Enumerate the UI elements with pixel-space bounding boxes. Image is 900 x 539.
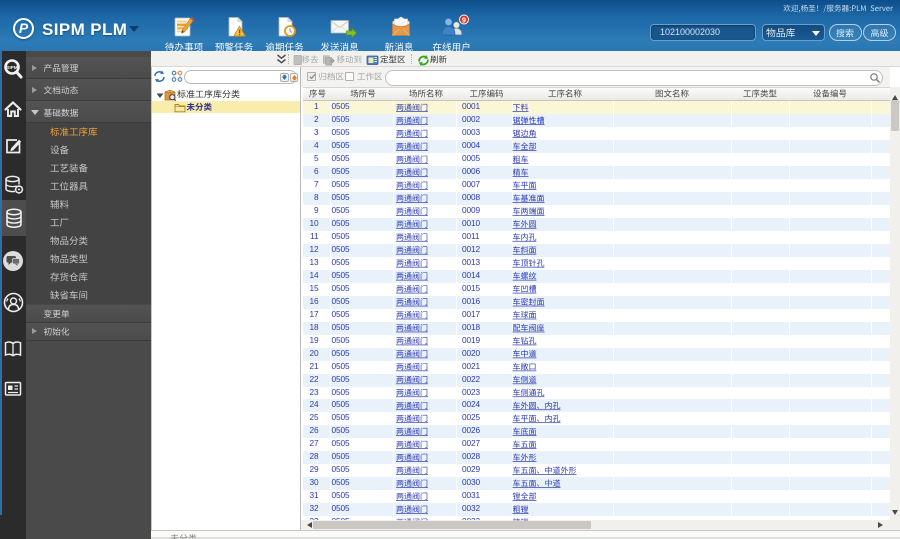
- svg-text:SIPM: SIPM: [6, 65, 17, 70]
- svg-text:9: 9: [462, 15, 466, 24]
